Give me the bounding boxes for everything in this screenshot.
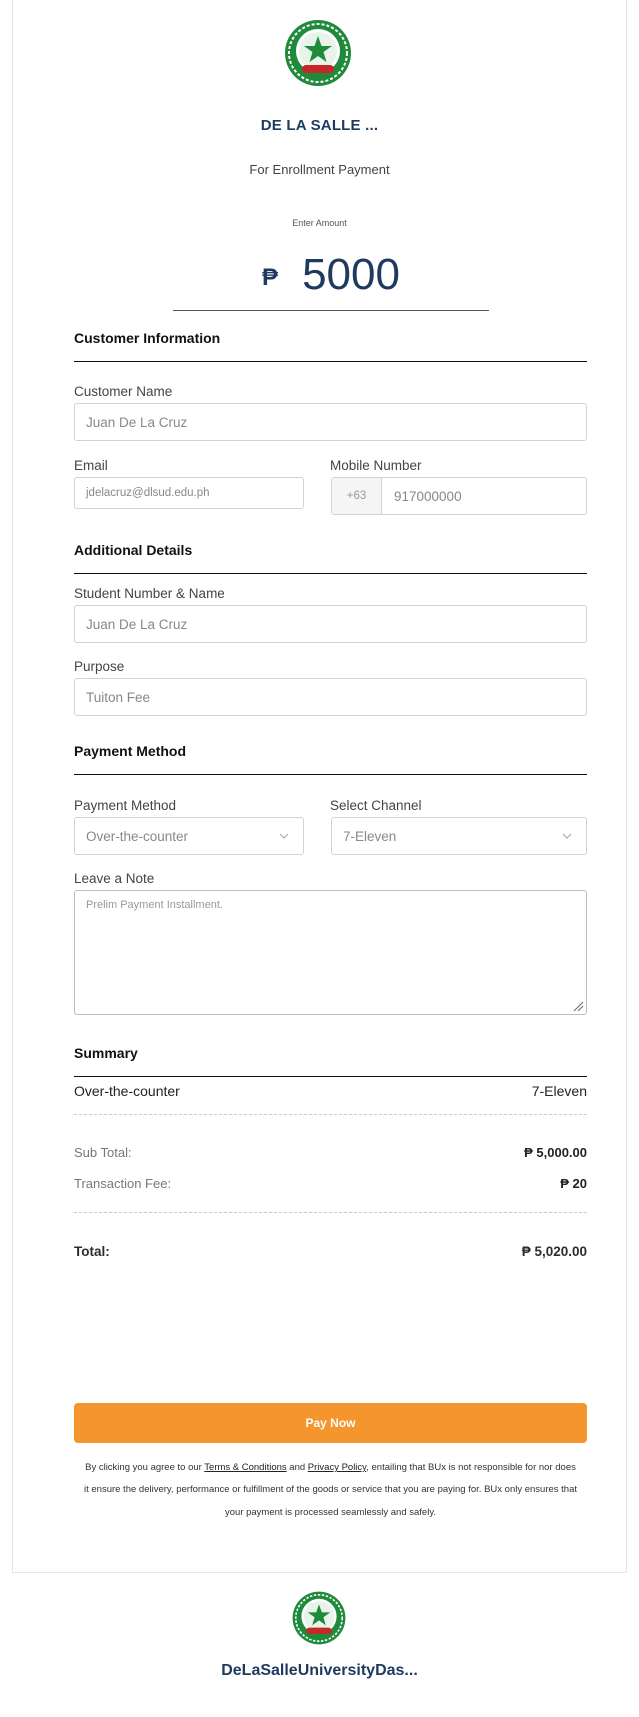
privacy-link[interactable]: Privacy Policy	[308, 1462, 366, 1473]
footer-org-name: DeLaSalleUniversityDas...	[221, 1662, 418, 1679]
channel-label: Select Channel	[330, 798, 422, 813]
section-title-additional: Additional Details	[74, 542, 587, 574]
note-label: Leave a Note	[74, 871, 155, 886]
mobile-value: 917000000	[394, 488, 462, 504]
section-title-customer: Customer Information	[74, 330, 587, 362]
student-label: Student Number & Name	[74, 586, 225, 601]
chevron-down-icon	[562, 833, 572, 839]
chevron-down-icon	[279, 833, 289, 839]
channel-value: 7-Eleven	[343, 828, 397, 844]
purpose-value: Tuiton Fee	[86, 689, 151, 705]
terms-link[interactable]: Terms & Conditions	[204, 1462, 286, 1473]
email-input[interactable]: jdelacruz@dlsud.edu.ph	[74, 477, 304, 509]
summary-method: Over-the-counter	[74, 1083, 180, 1099]
fee-label: Transaction Fee:	[74, 1176, 172, 1191]
payment-method-label: Payment Method	[74, 798, 177, 813]
mobile-input[interactable]: +63 917000000	[331, 477, 587, 515]
amount-input[interactable]: ₱ 5000	[173, 240, 489, 311]
divider	[74, 1212, 587, 1213]
summary-method-row: Over-the-counter 7-Eleven	[74, 1083, 587, 1099]
customer-name-value: Juan De La Cruz	[86, 414, 188, 430]
customer-name-input[interactable]: Juan De La Cruz	[74, 403, 587, 441]
country-code-prefix: +63	[332, 478, 382, 514]
purpose-input[interactable]: Tuiton Fee	[74, 678, 587, 716]
student-value: Juan De La Cruz	[86, 616, 188, 632]
total-label: Total:	[74, 1244, 110, 1259]
peso-icon: ₱	[262, 264, 279, 291]
pay-now-button[interactable]: Pay Now	[74, 1403, 587, 1443]
note-textarea[interactable]: Prelim Payment Installment.	[74, 890, 587, 1015]
university-seal-icon	[292, 1591, 346, 1645]
fee-value: ₱ 20	[560, 1176, 587, 1191]
page-subtitle: For Enrollment Payment	[249, 162, 390, 177]
total-row: Total: ₱ 5,020.00	[74, 1244, 587, 1259]
disclaimer-text: By clicking you agree to our Terms & Con…	[82, 1457, 579, 1524]
total-value: ₱ 5,020.00	[521, 1244, 587, 1259]
org-name: DE LA SALLE ...	[260, 117, 379, 134]
amount-value: 5000	[302, 250, 400, 299]
summary-channel: 7-Eleven	[531, 1083, 587, 1099]
fee-row: Transaction Fee: ₱ 20	[74, 1176, 587, 1191]
payment-method-select[interactable]: Over-the-counter	[74, 817, 304, 855]
customer-name-label: Customer Name	[74, 384, 173, 399]
student-input[interactable]: Juan De La Cruz	[74, 605, 587, 643]
section-title-payment: Payment Method	[74, 743, 587, 775]
subtotal-value: ₱ 5,000.00	[524, 1145, 587, 1160]
payment-method-value: Over-the-counter	[86, 828, 189, 844]
email-value: jdelacruz@dlsud.edu.ph	[86, 487, 210, 499]
section-title-summary: Summary	[74, 1045, 587, 1077]
resize-grip-icon[interactable]	[572, 1000, 584, 1012]
purpose-label: Purpose	[74, 659, 125, 674]
subtotal-row: Sub Total: ₱ 5,000.00	[74, 1145, 587, 1160]
divider	[74, 1114, 587, 1115]
amount-label: Enter Amount	[292, 218, 347, 228]
subtotal-label: Sub Total:	[74, 1145, 132, 1160]
channel-select[interactable]: 7-Eleven	[331, 817, 587, 855]
university-seal-icon	[285, 20, 351, 86]
disclaimer-part2: and	[286, 1462, 308, 1473]
disclaimer-part1: By clicking you agree to our	[85, 1462, 205, 1473]
mobile-label: Mobile Number	[330, 458, 422, 473]
note-value: Prelim Payment Installment.	[86, 899, 223, 911]
email-label: Email	[74, 458, 108, 473]
